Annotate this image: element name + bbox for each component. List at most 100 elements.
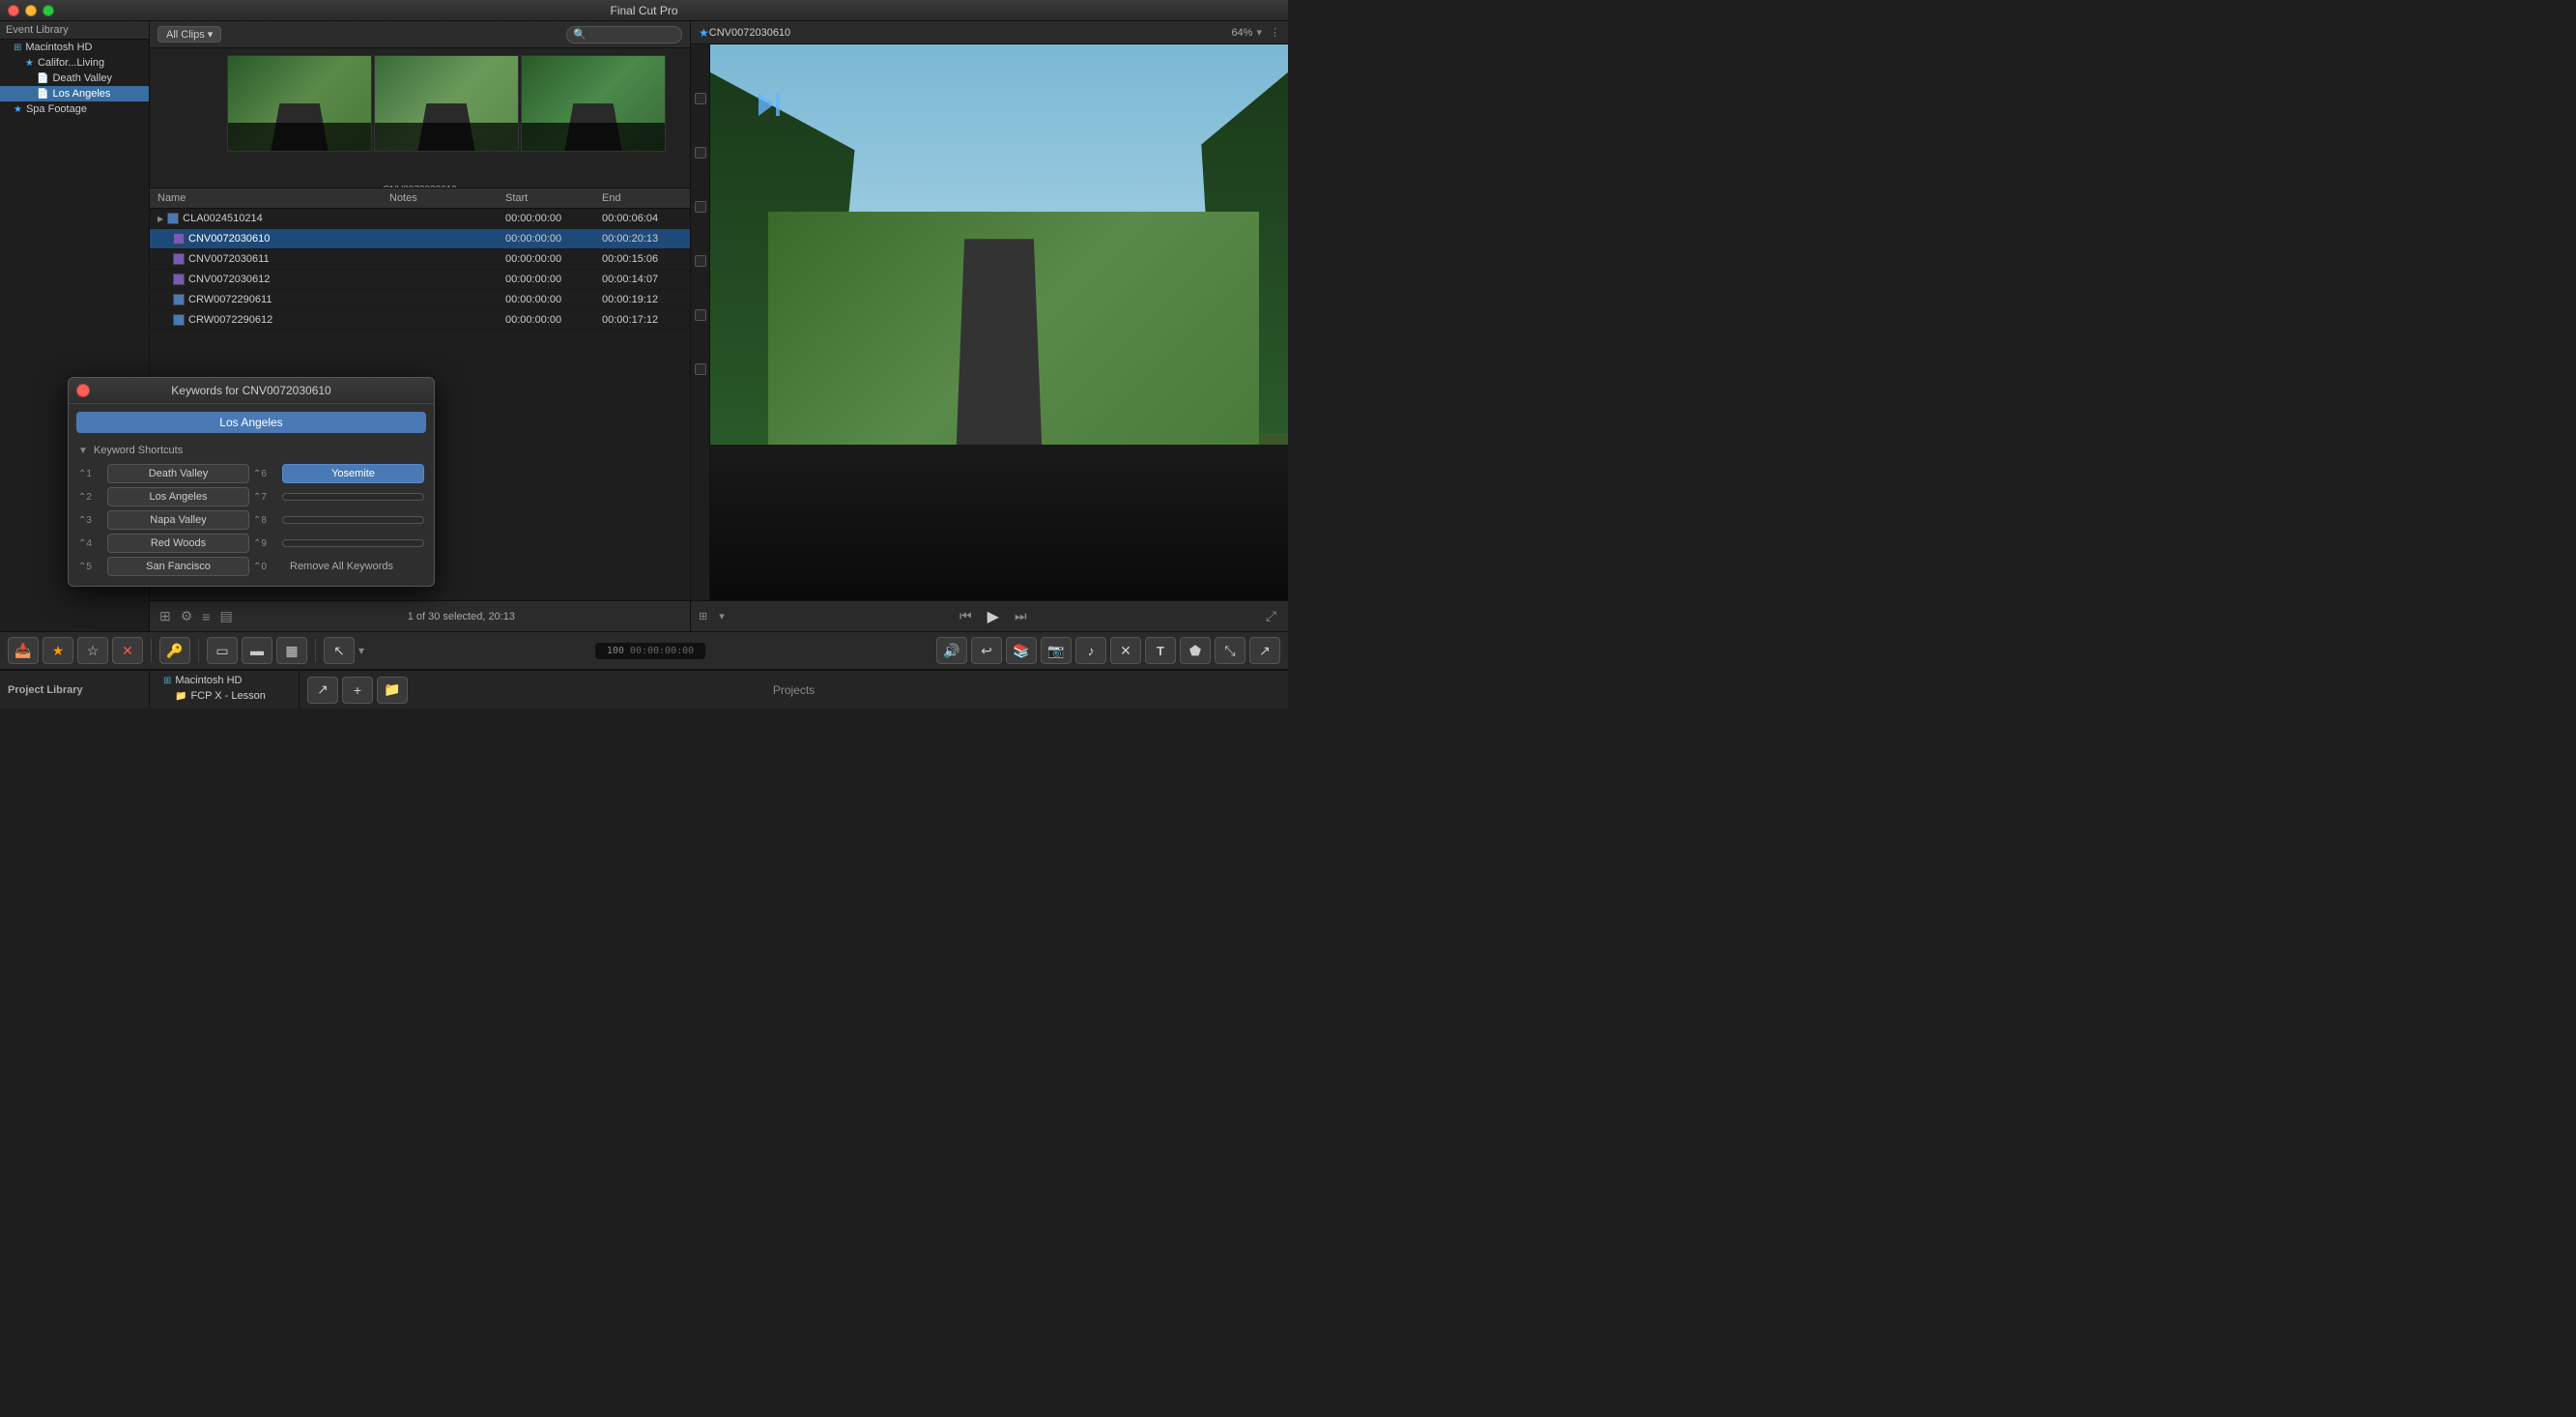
shortcut-button[interactable]: Napa Valley [107, 510, 249, 530]
clip-rows: ▶ CLA0024510214 00:00:00:00 00:00:06:04 … [150, 209, 690, 331]
transition-tool[interactable]: ✕ [1110, 637, 1141, 664]
sidebar-item-macintosh-hd[interactable]: ⊞ Macintosh HD [0, 40, 149, 55]
share-project-btn[interactable]: ↗ [307, 677, 338, 704]
add-project-btn[interactable]: + [342, 677, 373, 704]
right-toolbar: 🔊 ↩ 📚 📷 ♪ ✕ T ⬟ ⤡ ↗ [936, 637, 1280, 664]
viewer-check-2[interactable] [695, 147, 706, 159]
shortcut-button[interactable]: Red Woods [107, 534, 249, 553]
audio-tool[interactable]: 🔊 [936, 637, 967, 664]
sidebar-item-death-valley[interactable]: 📄 Death Valley [0, 71, 149, 86]
unfavorite-button[interactable]: ☆ [77, 637, 108, 664]
viewer-check-6[interactable] [695, 363, 706, 375]
library-tool[interactable]: 📚 [1006, 637, 1037, 664]
view-mode-btn[interactable]: ⊞ [699, 610, 707, 622]
table-row[interactable]: CNV0072030611 00:00:00:00 00:00:15:06 00… [150, 249, 690, 270]
sidebar-item-california-living[interactable]: ★ Califor...Living [0, 55, 149, 71]
timecode-display: 100 00:00:00:00 [595, 643, 705, 659]
cursor-tool[interactable]: ↖ [324, 637, 355, 664]
table-row[interactable]: CRW0072290612 00:00:00:00 00:00:17:12 00… [150, 310, 690, 331]
modal-close-button[interactable] [76, 384, 90, 397]
sidebar-item-los-angeles[interactable]: 📄 Los Angeles [0, 86, 149, 101]
title-tool[interactable]: T [1145, 637, 1176, 664]
maximize-button[interactable] [43, 5, 54, 16]
table-row[interactable]: CNV0072030610 00:00:00:00 00:00:20:13 00… [150, 229, 690, 249]
film-thumb-2[interactable] [374, 55, 519, 152]
projects-label: Projects [773, 683, 815, 697]
shortcut-button[interactable]: San Fancisco [107, 557, 249, 576]
col-start[interactable]: Start [501, 190, 598, 206]
reject-button[interactable]: ✕ [112, 637, 143, 664]
fullscreen-button[interactable]: ⤢ [1262, 606, 1280, 626]
shortcut-button[interactable]: Yosemite [282, 464, 424, 483]
photo-tool[interactable]: 📷 [1041, 637, 1072, 664]
table-row[interactable]: CNV0072030612 00:00:00:00 00:00:14:07 00… [150, 270, 690, 290]
share-tool[interactable]: ↗ [1249, 637, 1280, 664]
app-title: Final Cut Pro [610, 4, 677, 17]
project-fcp-lesson[interactable]: 📁 FCP X - Lesson [150, 688, 299, 704]
folder-project-btn[interactable]: 📁 [377, 677, 408, 704]
detail-view-btn[interactable]: ▤ [217, 606, 234, 626]
current-keyword-field[interactable]: Los Angeles [76, 412, 426, 433]
col-name[interactable]: Name [154, 190, 386, 206]
project-macintosh-hd[interactable]: ⊞ Macintosh HD [150, 673, 299, 688]
clip-notes [386, 257, 501, 261]
skip-back-button[interactable]: ⏮ [956, 606, 976, 626]
view-options-dropdown[interactable]: ▾ [719, 610, 725, 622]
shortcut-row-right: ⌃7 [253, 487, 424, 506]
shortcut-key: ⌃2 [78, 492, 101, 503]
music-tool[interactable]: ♪ [1075, 637, 1106, 664]
sidebar-item-spa-footage[interactable]: ★ Spa Footage [0, 101, 149, 117]
viewer-check-4[interactable] [695, 255, 706, 267]
shortcut-button[interactable]: Death Valley [107, 464, 249, 483]
tool-select-3[interactable]: ▦ [276, 637, 307, 664]
clip-name-cell: CRW0072290611 [154, 292, 386, 307]
viewer-check-1[interactable] [695, 93, 706, 104]
undo-tool[interactable]: ↩ [971, 637, 1002, 664]
shortcut-button[interactable] [282, 493, 424, 501]
cursor-dropdown[interactable]: ▾ [358, 644, 364, 657]
favorite-button[interactable]: ★ [43, 637, 73, 664]
film-thumb-1[interactable] [227, 55, 372, 152]
table-row[interactable]: ▶ CLA0024510214 00:00:00:00 00:00:06:04 … [150, 209, 690, 229]
viewer-header: ★ CNV0072030610 64% ▾ ⋮ [691, 21, 1288, 44]
import-button[interactable]: 📥 [8, 637, 39, 664]
all-clips-button[interactable]: All Clips ▾ [157, 26, 221, 43]
keyword-button[interactable]: 🔑 [159, 637, 190, 664]
keywords-modal[interactable]: Keywords for CNV0072030610 Los Angeles ▼… [68, 377, 435, 587]
clip-play-icon[interactable]: ▶ [157, 215, 163, 223]
list-view-btn[interactable]: ⊞ [157, 606, 173, 626]
generator-tool[interactable]: ⬟ [1180, 637, 1211, 664]
collapse-icon[interactable]: ▼ [78, 446, 88, 456]
clip-end: 00:00:06:04 [598, 211, 690, 226]
film-thumb-3[interactable] [521, 55, 666, 152]
close-button[interactable] [8, 5, 19, 16]
viewer-check-5[interactable] [695, 309, 706, 321]
project-library-header: Project Library [0, 670, 150, 708]
skip-forward-button[interactable]: ⏭ [1011, 606, 1031, 626]
search-box[interactable]: 🔍 [566, 26, 682, 43]
table-row[interactable]: CRW0072290611 00:00:00:00 00:00:19:12 00… [150, 290, 690, 310]
grid-view-btn[interactable]: ≡ [200, 607, 212, 626]
transform-tool[interactable]: ⤡ [1215, 637, 1245, 664]
clip-end: 00:00:15:06 [598, 251, 690, 267]
tool-select-1[interactable]: ▭ [207, 637, 238, 664]
shortcut-button[interactable]: Los Angeles [107, 487, 249, 506]
minimize-button[interactable] [25, 5, 37, 16]
viewer-check-3[interactable] [695, 201, 706, 213]
shortcut-row-right: ⌃8 [253, 510, 424, 530]
col-notes[interactable]: Notes [386, 190, 501, 206]
shortcuts-grid: ⌃1 Death Valley ⌃6 Yosemite ⌃2 Los Angel… [69, 460, 434, 586]
clip-start: 00:00:00:00 [501, 292, 598, 307]
remove-all-keywords-button[interactable]: Remove All Keywords [282, 558, 424, 575]
shortcut-button[interactable] [282, 516, 424, 524]
settings-btn[interactable]: ⚙ [179, 606, 195, 626]
film-strip[interactable]: CNV0072030610 [150, 48, 690, 188]
shortcut-row-left: ⌃3 Napa Valley [78, 510, 249, 530]
shortcut-button[interactable] [282, 539, 424, 547]
clip-notes [386, 318, 501, 322]
col-end[interactable]: End [598, 190, 690, 206]
viewer-options[interactable]: ⋮ [1270, 26, 1280, 39]
zoom-dropdown[interactable]: ▾ [1256, 26, 1262, 39]
tool-select-2[interactable]: ▬ [242, 637, 272, 664]
play-button[interactable]: ▶ [984, 605, 1003, 628]
